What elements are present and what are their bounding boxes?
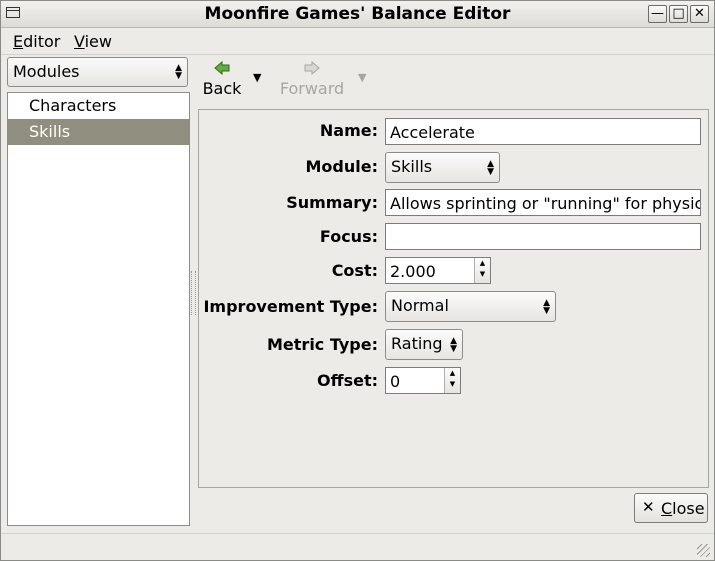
focus-field[interactable] bbox=[385, 223, 701, 250]
menu-bar: Editor View bbox=[1, 28, 714, 55]
back-history-dropdown[interactable]: ▼ bbox=[253, 71, 261, 84]
updown-arrows-icon: ▲ ▼ bbox=[175, 63, 182, 81]
summary-field[interactable]: Allows sprinting or "running" for physic… bbox=[385, 189, 701, 216]
app-window: Moonfire Games' Balance Editor — □ ✕ Edi… bbox=[0, 0, 715, 561]
forward-button[interactable]: Forward bbox=[278, 60, 346, 98]
list-item-label: Skills bbox=[29, 122, 71, 141]
cost-spinbutton[interactable]: 2.000 ▲ ▼ bbox=[385, 257, 491, 284]
close-x-icon: ✕ bbox=[642, 498, 655, 516]
minimize-icon: — bbox=[651, 6, 664, 21]
metric-type-select[interactable]: Rating ▲ ▼ bbox=[385, 329, 463, 360]
metric-type-label: Metric Type: bbox=[267, 335, 378, 354]
back-label: Back bbox=[202, 79, 242, 98]
minimize-button[interactable]: — bbox=[648, 5, 667, 23]
summary-value: Allows sprinting or "running" for physic… bbox=[390, 194, 701, 213]
improvement-type-select[interactable]: Normal ▲ ▼ bbox=[385, 291, 556, 322]
status-bar bbox=[1, 533, 714, 561]
name-field[interactable]: Accelerate bbox=[385, 118, 701, 145]
list-item-label: Characters bbox=[29, 96, 117, 115]
skill-form: Name: Accelerate Module: Skills ▲ ▼ Summa… bbox=[198, 109, 709, 488]
close-window-button[interactable]: ✕ bbox=[690, 5, 709, 23]
module-list[interactable]: Characters Skills bbox=[7, 92, 190, 526]
offset-spinbutton[interactable]: 0 ▲ ▼ bbox=[385, 367, 461, 394]
metric-type-value: Rating bbox=[391, 334, 443, 353]
title-bar[interactable]: Moonfire Games' Balance Editor — □ ✕ bbox=[1, 1, 714, 28]
offset-value: 0 bbox=[390, 372, 401, 391]
chevron-down-icon: ▼ bbox=[358, 71, 367, 84]
spin-arrows-icon[interactable]: ▲ ▼ bbox=[444, 368, 460, 393]
back-arrow-icon bbox=[201, 60, 243, 79]
list-item-skills[interactable]: Skills bbox=[8, 119, 189, 145]
forward-label: Forward bbox=[279, 79, 345, 98]
list-item-characters[interactable]: Characters bbox=[8, 93, 189, 119]
maximize-icon: □ bbox=[672, 6, 685, 21]
maximize-button[interactable]: □ bbox=[669, 5, 688, 23]
menu-editor[interactable]: Editor bbox=[13, 32, 60, 51]
chevron-down-icon: ▼ bbox=[253, 71, 262, 84]
updown-arrows-icon: ▲ ▼ bbox=[487, 158, 494, 177]
focus-label: Focus: bbox=[319, 227, 378, 246]
close-icon: ✕ bbox=[694, 6, 705, 21]
module-value: Skills bbox=[391, 157, 433, 176]
improvement-type-value: Normal bbox=[391, 296, 449, 315]
resize-grip-icon[interactable] bbox=[697, 544, 710, 557]
menu-view[interactable]: View bbox=[74, 32, 112, 51]
updown-arrows-icon: ▲ ▼ bbox=[543, 297, 550, 316]
back-button[interactable]: Back bbox=[201, 60, 243, 98]
spin-arrows-icon[interactable]: ▲ ▼ bbox=[474, 258, 490, 283]
module-select[interactable]: Skills ▲ ▼ bbox=[385, 152, 500, 183]
close-button[interactable]: ✕ Close bbox=[634, 493, 708, 523]
name-value: Accelerate bbox=[390, 123, 475, 142]
close-label: Close bbox=[661, 499, 705, 518]
improvement-type-label: Improvement Type: bbox=[203, 297, 378, 316]
cost-value: 2.000 bbox=[390, 262, 436, 281]
module-label: Module: bbox=[305, 157, 379, 176]
summary-label: Summary: bbox=[286, 193, 378, 212]
forward-history-dropdown[interactable]: ▼ bbox=[358, 71, 366, 84]
module-selector-value: Modules bbox=[13, 62, 80, 81]
pane-resize-handle[interactable] bbox=[191, 271, 196, 315]
offset-label: Offset: bbox=[317, 371, 378, 390]
cost-label: Cost: bbox=[331, 261, 378, 280]
window-title: Moonfire Games' Balance Editor bbox=[204, 4, 511, 24]
updown-arrows-icon: ▲ ▼ bbox=[450, 335, 457, 354]
name-label: Name: bbox=[319, 121, 378, 140]
module-selector[interactable]: Modules ▲ ▼ bbox=[7, 57, 188, 87]
forward-arrow-icon bbox=[278, 60, 346, 79]
